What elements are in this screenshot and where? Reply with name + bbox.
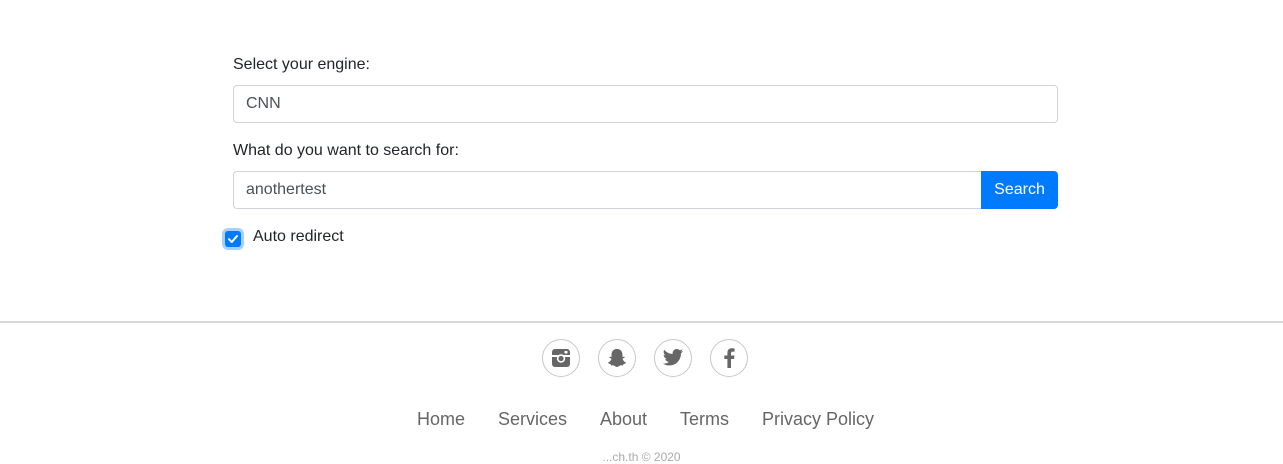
search-input-group: Search bbox=[233, 171, 1058, 209]
twitter-link[interactable] bbox=[654, 339, 692, 377]
engine-label: Select your engine: bbox=[233, 56, 370, 73]
facebook-link[interactable] bbox=[710, 339, 748, 377]
footer-link-terms[interactable]: Terms bbox=[680, 409, 729, 429]
footer-link-services[interactable]: Services bbox=[498, 409, 567, 429]
auto-redirect-checkbox[interactable] bbox=[225, 231, 241, 247]
instagram-link[interactable] bbox=[542, 339, 580, 377]
footer-link-privacy-policy[interactable]: Privacy Policy bbox=[762, 409, 874, 429]
auto-redirect-label[interactable]: Auto redirect bbox=[253, 227, 344, 247]
query-label: What do you want to search for: bbox=[233, 142, 459, 159]
search-button[interactable]: Search bbox=[981, 171, 1058, 209]
twitter-icon bbox=[662, 349, 684, 366]
snapchat-icon bbox=[608, 349, 626, 367]
engine-select[interactable]: CNN bbox=[233, 85, 1058, 123]
checkmark-icon bbox=[228, 235, 238, 243]
snapchat-link[interactable] bbox=[598, 339, 636, 377]
copyright-text: ...ch.th © 2020 bbox=[602, 450, 681, 464]
footer-link-home[interactable]: Home bbox=[417, 409, 465, 429]
facebook-icon bbox=[724, 348, 735, 368]
footer-link-about[interactable]: About bbox=[600, 409, 647, 429]
search-input[interactable] bbox=[233, 171, 982, 209]
footer: Home Services About Terms Privacy Policy… bbox=[0, 323, 1283, 464]
instagram-icon bbox=[552, 349, 570, 367]
